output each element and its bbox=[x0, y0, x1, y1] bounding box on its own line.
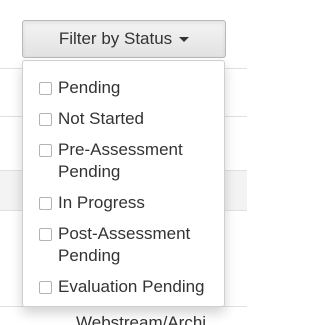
post-assessment-pending-checkbox[interactable] bbox=[39, 228, 52, 241]
menu-item-not-started[interactable]: Not Started bbox=[23, 108, 224, 130]
table-cell-text: Webstream/Archi bbox=[76, 313, 207, 325]
menu-item-post-assessment-pending[interactable]: Post-Assessment Pending bbox=[23, 223, 224, 267]
caret-down-icon bbox=[179, 36, 190, 42]
pre-assessment-pending-checkbox[interactable] bbox=[39, 144, 52, 157]
filter-by-status-button[interactable]: Filter by Status bbox=[22, 20, 226, 58]
not-started-checkbox[interactable] bbox=[39, 113, 52, 126]
menu-item-label: Evaluation Pending bbox=[58, 277, 205, 296]
menu-item-in-progress[interactable]: In Progress bbox=[23, 192, 224, 214]
filter-button-label: Filter by Status bbox=[58, 29, 173, 48]
page: Webstream/Archi Filter by Status Pending… bbox=[0, 0, 247, 325]
menu-item-label: Post-Assessment Pending bbox=[58, 224, 191, 265]
menu-item-label: Pre-Assessment Pending bbox=[58, 140, 183, 181]
menu-item-label: In Progress bbox=[58, 193, 145, 212]
menu-item-label: Not Started bbox=[58, 109, 144, 128]
evaluation-pending-checkbox[interactable] bbox=[39, 281, 52, 294]
menu-item-pending[interactable]: Pending bbox=[23, 77, 224, 99]
menu-item-evaluation-pending[interactable]: Evaluation Pending bbox=[23, 276, 224, 298]
menu-item-pre-assessment-pending[interactable]: Pre-Assessment Pending bbox=[23, 139, 224, 183]
menu-item-label: Pending bbox=[58, 78, 121, 97]
in-progress-checkbox[interactable] bbox=[39, 197, 52, 210]
status-filter-menu: Pending Not Started Pre-Assessment Pendi… bbox=[22, 60, 225, 307]
pending-checkbox[interactable] bbox=[39, 82, 52, 95]
